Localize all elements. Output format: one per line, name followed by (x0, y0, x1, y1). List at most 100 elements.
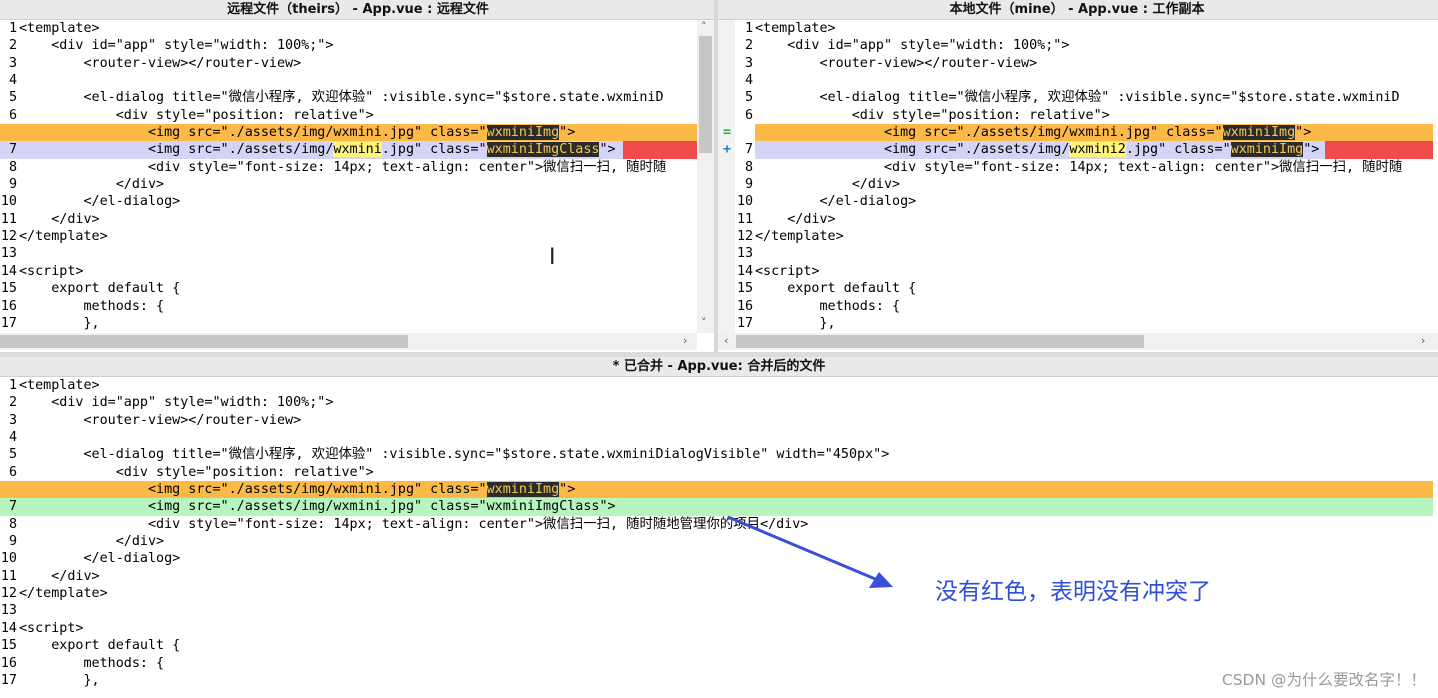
code-segment: <template> (755, 21, 836, 36)
code-segment: <img src="./assets/img/ (755, 142, 1070, 158)
code-text: </div> (755, 176, 900, 193)
code-line[interactable]: 4 (0, 72, 1438, 89)
mine-code-area[interactable]: 1 <template> 2 <div id="app" style="width:… (0, 0, 1438, 352)
line-number: 16 (0, 655, 17, 671)
merged-pane-title: * 已合并 - App.vue: 合并后的文件 (0, 357, 1438, 377)
code-line[interactable]: 9 </div> (0, 176, 1438, 193)
code-segment: <div style="font-size: 14px; text-align:… (19, 516, 809, 532)
line-number: 12 (737, 229, 754, 245)
code-line[interactable]: 8 <div style="font-size: 14px; text-alig… (0, 516, 1433, 533)
code-line[interactable]: 5 <el-dialog title="微信小程序, 欢迎体验" :visibl… (0, 446, 1433, 463)
code-line[interactable]: 15 export default { (0, 280, 1438, 297)
chevron-right-icon[interactable]: › (1421, 334, 1425, 347)
chevron-left-icon[interactable]: ‹ (724, 334, 728, 347)
code-text: </el-dialog> (755, 193, 916, 210)
code-segment: </div> (755, 211, 836, 227)
code-text: methods: { (755, 298, 900, 315)
code-line[interactable]: 7 <img src="./assets/img/wxmini.jpg" cla… (0, 498, 1433, 516)
code-line[interactable]: 16 methods: { (0, 298, 1438, 315)
code-line[interactable]: 11 </div> (0, 568, 1433, 585)
code-line[interactable]: 14 <script> (0, 263, 1438, 280)
line-number: 2 (744, 38, 753, 54)
code-line[interactable]: <img src="./assets/img/wxmini.jpg" class… (0, 481, 1433, 499)
line-number: 7 (8, 499, 17, 515)
code-text: export default { (755, 280, 916, 297)
mine-horizontal-scroll-thumb[interactable] (736, 335, 1144, 348)
code-line[interactable]: 2 <div id="app" style="width: 100%;"> (0, 37, 1438, 54)
code-segment: <img src="./assets/img/wxmini.jpg" class… (755, 125, 1223, 141)
code-segment: <router-view></router-view> (19, 412, 302, 428)
code-text: <img src="./assets/img/wxmini2.jpg" clas… (755, 141, 1319, 158)
code-segment: "> (1295, 125, 1312, 141)
code-text: methods: { (19, 655, 164, 672)
code-line[interactable]: 9 </div> (0, 533, 1433, 550)
line-number: 11 (737, 211, 754, 227)
code-line[interactable]: 8 <div style="font-size: 14px; text-alig… (0, 159, 1438, 176)
code-segment: <div style="position: relative"> (19, 464, 374, 480)
code-text: <router-view></router-view> (755, 55, 1037, 72)
code-text: }, (755, 315, 836, 332)
code-segment: export default { (755, 281, 917, 297)
code-line[interactable]: 13 (0, 245, 1438, 262)
merged-code-lines[interactable]: 1 <template> 2 <div id="app" style="width:… (0, 377, 1438, 689)
diff-red-tail (1325, 141, 1433, 159)
code-line[interactable]: 3 <router-view></router-view> (0, 412, 1433, 429)
code-segment: }, (19, 672, 100, 688)
code-text: </template> (755, 228, 844, 245)
code-line[interactable]: 4 (0, 429, 1433, 446)
line-number: 6 (8, 464, 17, 480)
code-text: </template> (19, 585, 108, 602)
code-line[interactable]: 1 <template> (0, 377, 1433, 394)
code-segment: </div> (19, 534, 165, 550)
mine-horizontal-scrollbar[interactable]: ‹ › (718, 333, 1438, 350)
mine-code-lines[interactable]: 1 <template> 2 <div id="app" style="width:… (0, 20, 1438, 332)
code-segment: <div style="position: relative"> (755, 107, 1110, 123)
code-text: <div style="position: relative"> (755, 107, 1110, 124)
line-number: 4 (8, 430, 17, 446)
code-line[interactable]: 13 (0, 602, 1433, 619)
class-name-highlight: wxminiImg (1230, 142, 1304, 158)
code-segment: }, (755, 315, 836, 331)
code-line[interactable]: 6 <div style="position: relative"> (0, 107, 1438, 124)
merged-pane[interactable]: * 已合并 - App.vue: 合并后的文件 1 <template> 2 <di… (0, 357, 1438, 698)
code-line[interactable]: 16 methods: { (0, 655, 1433, 672)
code-segment: </el-dialog> (755, 194, 917, 210)
code-line[interactable]: 1 <template> (0, 20, 1438, 37)
line-number: 1 (8, 378, 17, 393)
code-line[interactable]: 5 <el-dialog title="微信小程序, 欢迎体验" :visibl… (0, 89, 1438, 106)
code-line[interactable]: 10 </el-dialog> (0, 193, 1438, 210)
code-segment: .jpg" class=" (1125, 142, 1231, 158)
code-line[interactable]: 15 export default { (0, 637, 1433, 654)
code-segment: methods: { (19, 655, 165, 671)
code-text: </div> (755, 211, 836, 228)
code-line[interactable]: 6 <div style="position: relative"> (0, 464, 1433, 481)
code-line[interactable]: 17 }, (0, 315, 1438, 332)
code-text: <div id="app" style="width: 100%;"> (755, 37, 1069, 54)
code-line[interactable]: 12 </template> (0, 585, 1433, 602)
code-segment: <router-view></router-view> (755, 55, 1038, 71)
line-number: 9 (8, 534, 17, 550)
code-text: </div> (19, 568, 100, 585)
line-number: 2 (8, 395, 17, 411)
code-line[interactable]: 10 </el-dialog> (0, 550, 1433, 567)
code-text: <router-view></router-view> (19, 412, 301, 429)
code-segment: "> (1303, 142, 1320, 158)
code-segment: </div> (19, 568, 100, 584)
code-segment: <div id="app" style="width: 100%;"> (755, 38, 1070, 54)
code-line[interactable]: <img src="./assets/img/wxmini.jpg" class… (723, 124, 1433, 142)
code-text: </el-dialog> (19, 550, 180, 567)
code-text: <template> (19, 377, 100, 394)
code-segment: </div> (755, 177, 901, 193)
code-line[interactable]: 3 <router-view></router-view> (0, 55, 1438, 72)
code-line[interactable]: 11 </div> (0, 211, 1438, 228)
code-line[interactable]: 7 <img src="./assets/img/wxmini2.jpg" cl… (723, 141, 1433, 159)
line-number: 11 (0, 568, 17, 584)
code-line[interactable]: 2 <div id="app" style="width: 100%;"> (0, 394, 1433, 411)
code-line[interactable]: 12 </template> (0, 228, 1438, 245)
code-line[interactable]: 14 <script> (0, 620, 1433, 637)
line-number: 8 (8, 516, 17, 532)
pane-splitter[interactable] (714, 0, 718, 352)
line-number: 13 (0, 603, 17, 619)
code-line[interactable]: 17 }, (0, 672, 1433, 689)
code-text: <el-dialog title="微信小程序, 欢迎体验" :visible.… (755, 89, 1399, 106)
